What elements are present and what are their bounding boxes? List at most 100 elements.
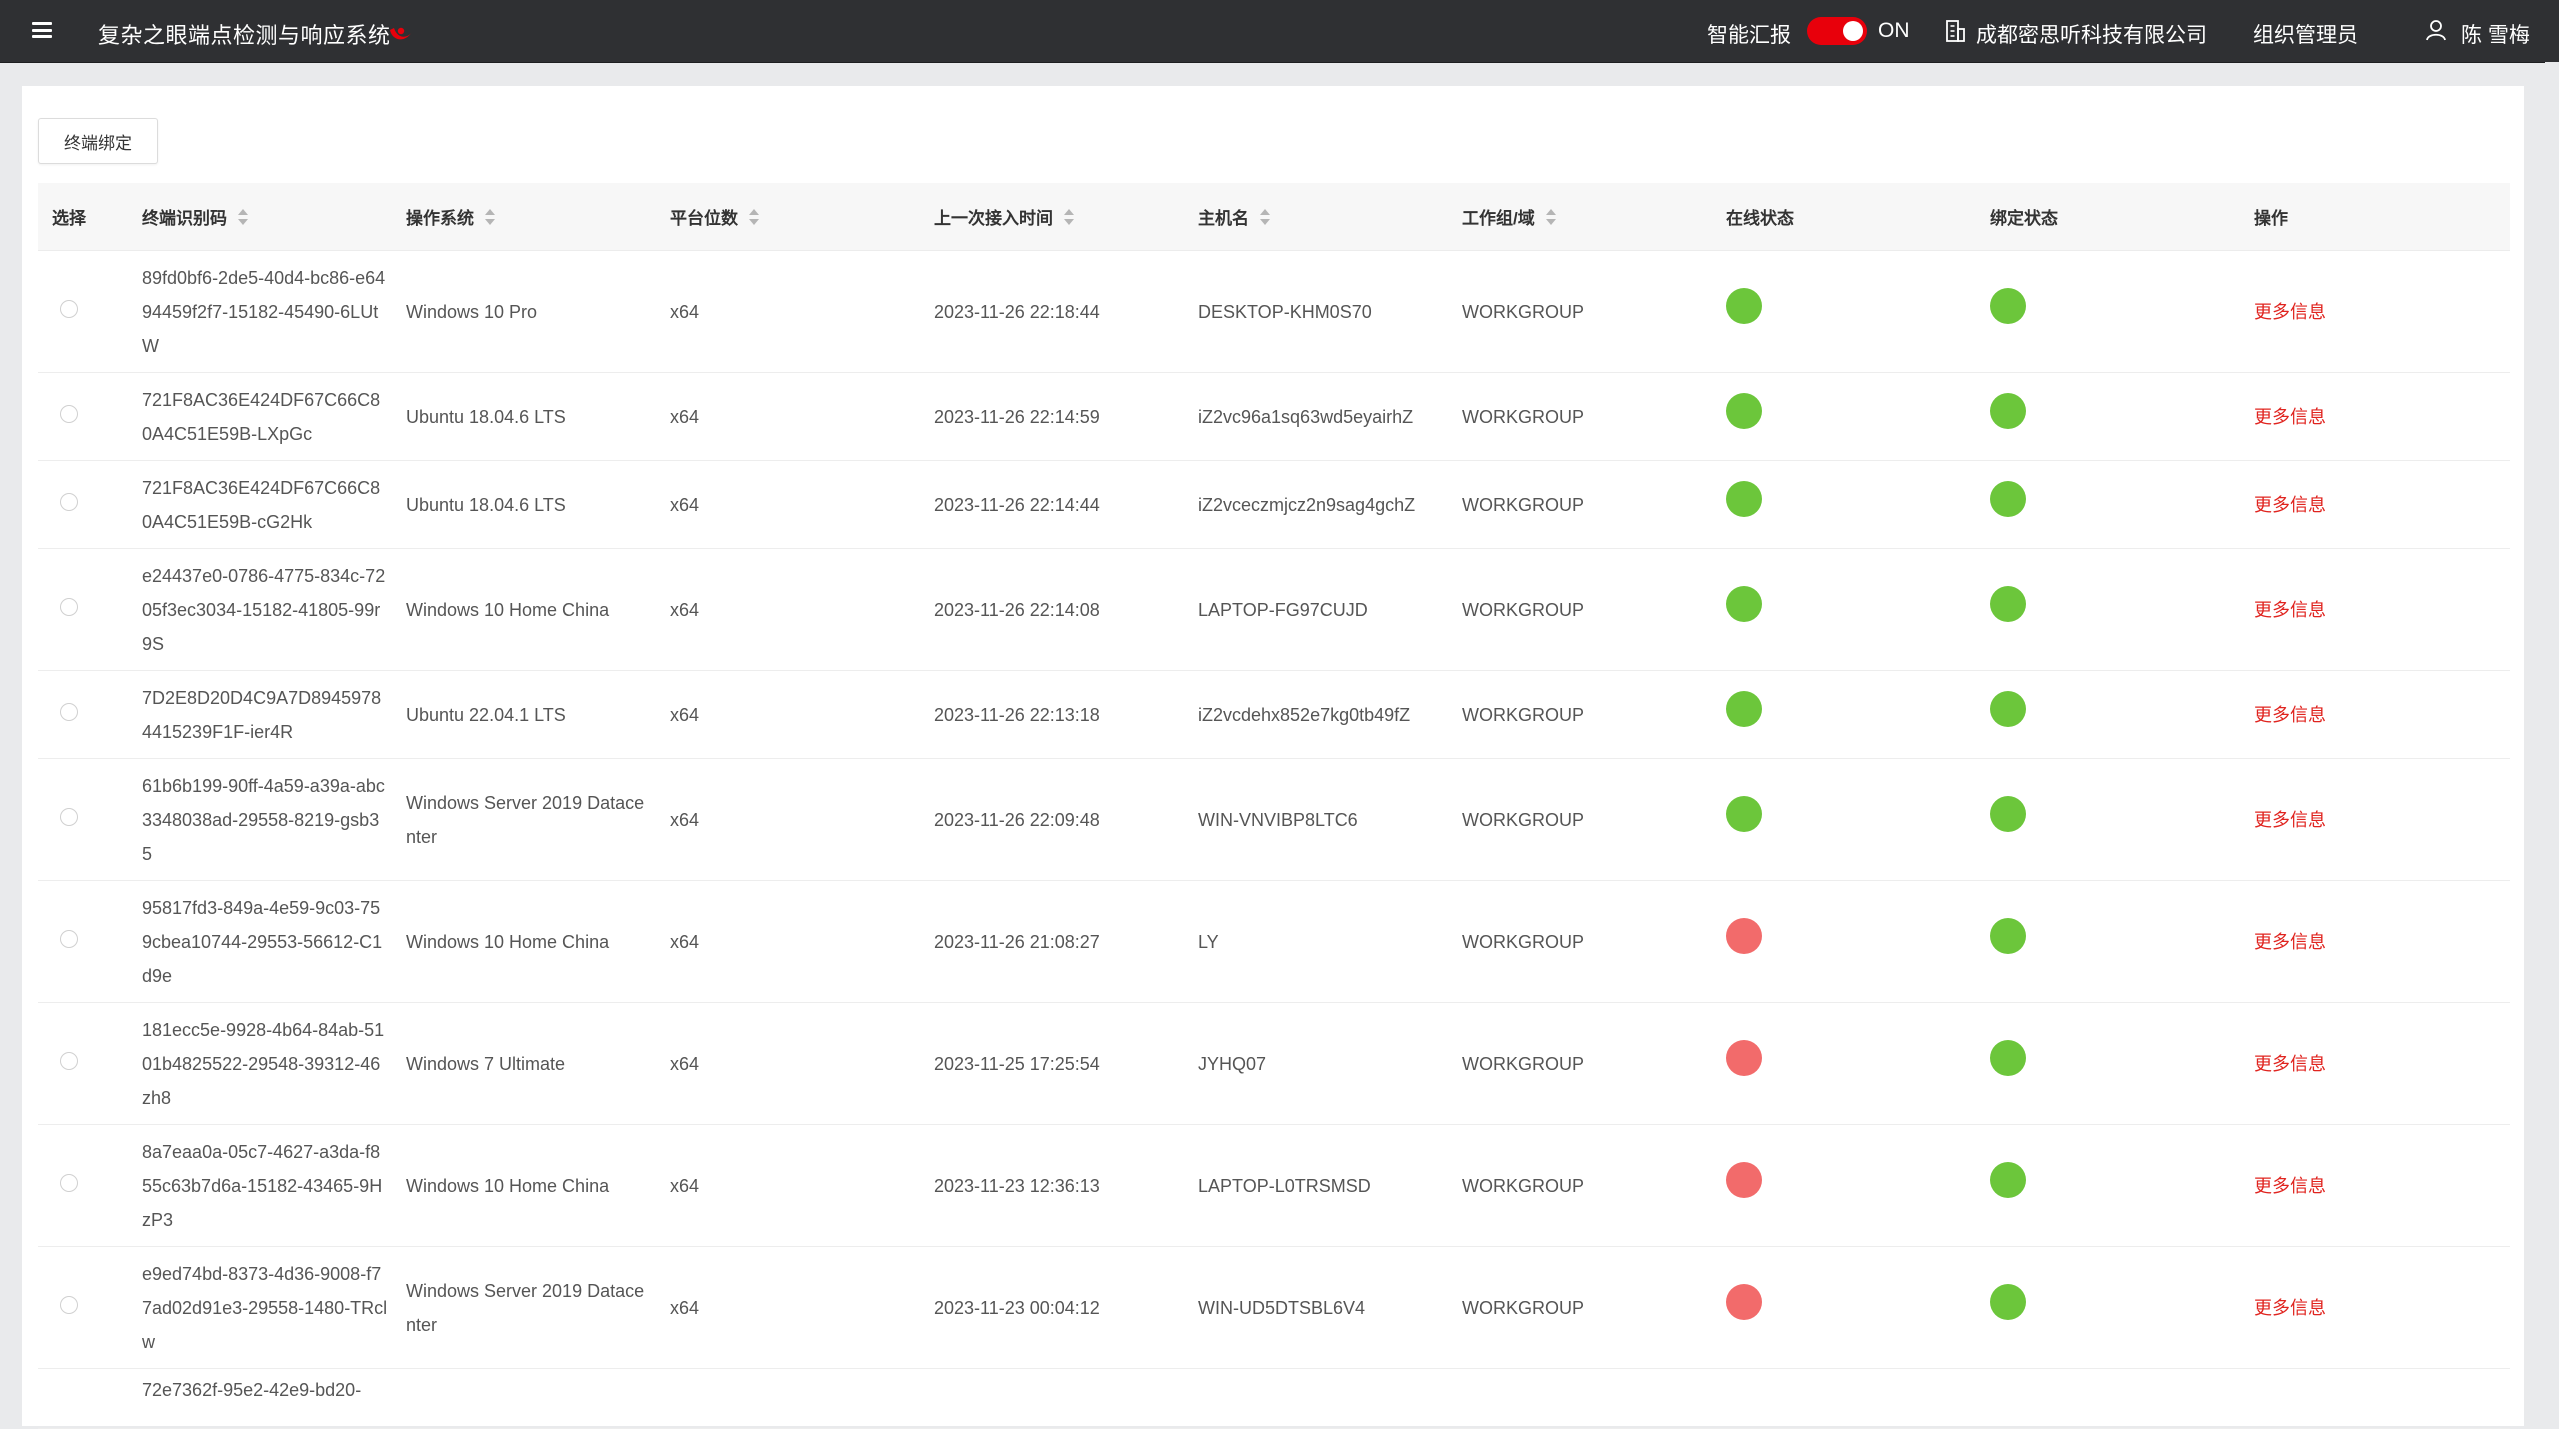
toggle-state-label: ON [1878,19,1910,42]
hostname: iZ2vcdehx852e7kg0tb49fZ [1198,670,1462,759]
row-select-cell [38,250,142,373]
column-workgroup[interactable]: 工作组/域 [1462,183,1726,251]
bind-status-dot [1990,1040,2026,1076]
platform-arch: x64 [670,460,934,549]
page-scrollbar[interactable] [2545,62,2559,1411]
column-id[interactable]: 终端识别码 [142,183,406,251]
row-select-radio[interactable] [60,1051,78,1070]
table-row[interactable]: 95817fd3-849a-4e59-9c03-759cbea10744-295… [38,880,2510,1003]
os-name: Windows 10 Home China [406,1124,670,1247]
row-select-cell [38,1002,142,1125]
terminal-id: e24437e0-0786-4775-834c-7205f3ec3034-151… [142,548,406,671]
user-role: 组织管理员 [2253,24,2358,47]
column-last-access[interactable]: 上一次接入时间 [934,183,1198,251]
row-select-cell [38,460,142,549]
more-info-link[interactable]: 更多信息 [2254,810,2326,830]
more-info-link[interactable]: 更多信息 [2254,600,2326,620]
column-online: 在线状态 [1726,183,1990,251]
online-status-dot [1726,288,1762,324]
terminal-bind-button[interactable]: 终端绑定 [38,118,158,164]
user-icon[interactable] [2424,18,2448,42]
table-row[interactable]: 7D2E8D20D4C9A7D89459784415239F1F-ier4R Ub… [38,670,2510,759]
online-status-dot [1726,796,1762,832]
row-select-radio[interactable] [60,702,78,721]
column-os[interactable]: 操作系统 [406,183,670,251]
table-row[interactable]: e9ed74bd-8373-4d36-9008-f77ad02d91e3-295… [38,1246,2510,1369]
workgroup: WORKGROUP [1462,548,1726,671]
action-cell: 更多信息 [2254,460,2510,549]
more-info-link[interactable]: 更多信息 [2254,932,2326,952]
app-title: 复杂之眼端点检测与响应系统 [98,23,391,48]
table-row[interactable]: 181ecc5e-9928-4b64-84ab-5101b4825522-295… [38,1002,2510,1125]
company-name[interactable]: 成都密思听科技有限公司 [1976,19,2207,49]
os-name: Ubuntu 18.04.6 LTS [406,372,670,461]
more-info-link[interactable]: 更多信息 [2254,705,2326,725]
terminal-id: 72e7362f-95e2-42e9-bd20- [142,1368,406,1429]
action-cell [2254,1368,2510,1429]
row-select-radio[interactable] [60,807,78,826]
online-status-cell [1726,880,1990,1003]
table-row[interactable]: 72e7362f-95e2-42e9-bd20- [38,1368,2510,1429]
terminal-id: 61b6b199-90ff-4a59-a39a-abc3348038ad-295… [142,758,406,881]
row-select-radio[interactable] [60,597,78,616]
table-row[interactable]: 8a7eaa0a-05c7-4627-a3da-f855c63b7d6a-151… [38,1124,2510,1247]
os-name: Windows 10 Home China [406,548,670,671]
more-info-link[interactable]: 更多信息 [2254,1298,2326,1318]
online-status-cell [1726,1246,1990,1369]
row-select-radio[interactable] [60,929,78,948]
menu-icon[interactable] [32,22,52,38]
column-bind: 绑定状态 [1990,183,2254,251]
row-select-radio[interactable] [60,492,78,511]
online-status-cell [1726,1124,1990,1247]
os-name: Windows Server 2019 Datacenter [406,1246,670,1369]
more-info-link[interactable]: 更多信息 [2254,302,2326,322]
bind-status-cell [1990,460,2254,549]
workgroup: WORKGROUP [1462,880,1726,1003]
action-cell: 更多信息 [2254,372,2510,461]
last-access-time: 2023-11-23 00:04:12 [934,1246,1198,1369]
terminal-table: 选择 终端识别码 操作系统 平台位数 上一次接入时间 主机名 工作组/域 在线状… [38,183,2510,1429]
row-select-cell [38,880,142,1003]
more-info-link[interactable]: 更多信息 [2254,495,2326,515]
more-info-link[interactable]: 更多信息 [2254,1054,2326,1074]
user-name[interactable]: 陈 雪梅 [2461,19,2530,49]
more-info-link[interactable]: 更多信息 [2254,407,2326,427]
column-hostname[interactable]: 主机名 [1198,183,1462,251]
table-row[interactable]: 721F8AC36E424DF67C66C80A4C51E59B-cG2Hk Ub… [38,460,2510,549]
sort-icon[interactable] [1545,208,1556,226]
ai-report-toggle[interactable] [1807,17,1867,45]
workgroup: WORKGROUP [1462,460,1726,549]
table-row[interactable]: 61b6b199-90ff-4a59-a39a-abc3348038ad-295… [38,758,2510,881]
online-status-dot [1726,1162,1762,1198]
sort-icon[interactable] [1063,208,1074,226]
sort-icon[interactable] [748,208,759,226]
table-row[interactable]: e24437e0-0786-4775-834c-7205f3ec3034-151… [38,548,2510,671]
top-bar: 复杂之眼端点检测与响应系统 智能汇报 ON 成都密思听科技有限公司 组织管理员 … [0,0,2559,63]
bind-status-dot [1990,481,2026,517]
row-select-radio[interactable] [60,1295,78,1314]
bind-status-cell [1990,880,2254,1003]
table-row[interactable]: 721F8AC36E424DF67C66C80A4C51E59B-LXpGc Ub… [38,372,2510,461]
os-name: Windows 10 Pro [406,250,670,373]
action-cell: 更多信息 [2254,1002,2510,1125]
sort-icon[interactable] [1259,208,1270,226]
hostname: LAPTOP-FG97CUJD [1198,548,1462,671]
bind-status-dot [1990,918,2026,954]
terminal-id: 181ecc5e-9928-4b64-84ab-5101b4825522-295… [142,1002,406,1125]
sort-icon[interactable] [484,208,495,226]
sort-icon[interactable] [237,208,248,226]
more-info-link[interactable]: 更多信息 [2254,1176,2326,1196]
terminal-id: 7D2E8D20D4C9A7D89459784415239F1F-ier4R [142,670,406,759]
column-select: 选择 [38,183,142,251]
row-select-cell [38,1368,142,1429]
table-row[interactable]: 89fd0bf6-2de5-40d4-bc86-e6494459f2f7-151… [38,250,2510,373]
row-select-cell [38,548,142,671]
online-status-dot [1726,691,1762,727]
row-select-radio[interactable] [60,404,78,423]
row-select-radio[interactable] [60,299,78,318]
last-access-time: 2023-11-26 22:14:08 [934,548,1198,671]
row-select-radio[interactable] [60,1173,78,1192]
column-arch[interactable]: 平台位数 [670,183,934,251]
workgroup: WORKGROUP [1462,1002,1726,1125]
bind-status-cell [1990,1002,2254,1125]
